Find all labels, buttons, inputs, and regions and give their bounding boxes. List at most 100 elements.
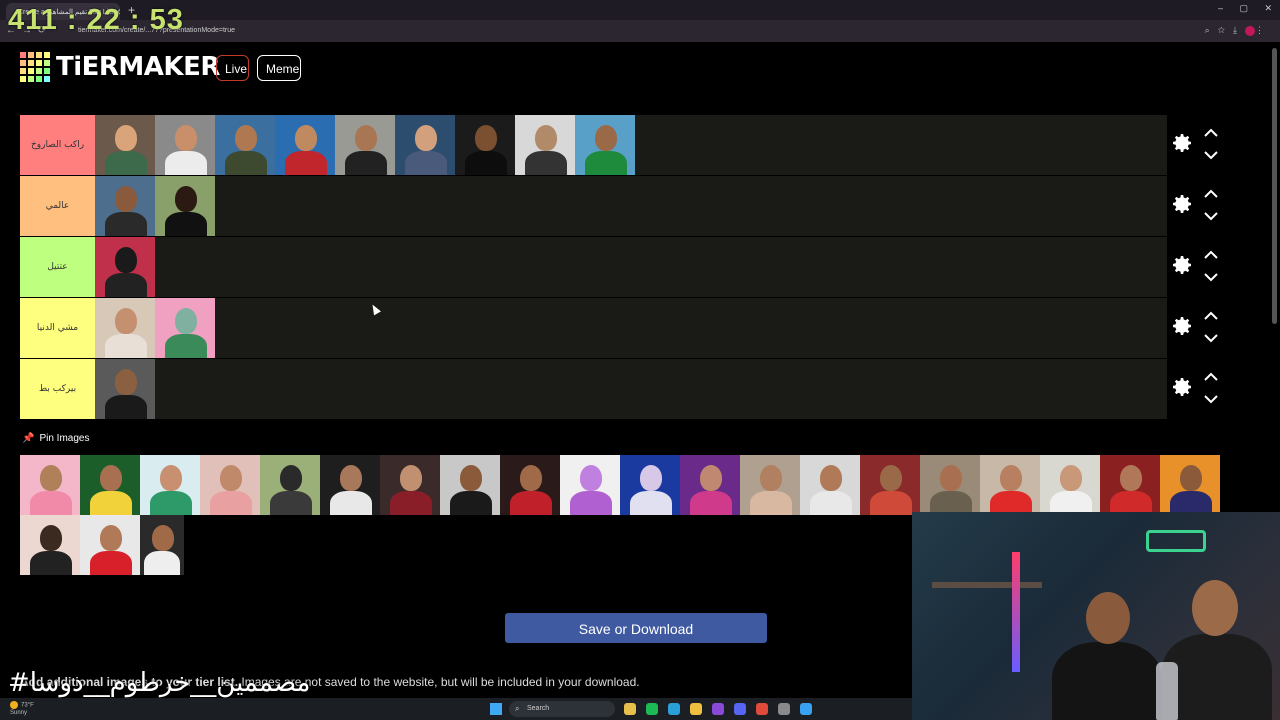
address-bar-row: ←→⟳ tiermaker.com/create/...77?presentat… [0,20,1280,42]
url-field[interactable]: tiermaker.com/create/...77?presentationM… [64,24,1174,39]
page-scrollbar[interactable] [1272,48,1277,324]
tier-image[interactable] [455,115,515,175]
tier-image[interactable] [215,115,275,175]
pool-image[interactable] [440,455,500,515]
tier-label[interactable]: راكب الصاروخ [20,115,95,175]
pool-image[interactable] [380,455,440,515]
stream-timer-overlay: 411 : 22 : 53 [8,4,184,36]
tier-image[interactable] [95,176,155,236]
gear-icon[interactable] [1170,314,1194,338]
pool-image[interactable] [20,515,80,575]
gear-icon[interactable] [1170,375,1194,399]
move-up-icon[interactable] [1204,372,1218,382]
tier-image[interactable] [275,115,335,175]
screen: Create a تقيم المشاهير Tier List ✕ + – ▢… [0,0,1280,720]
taskbar: 73°F Sunny ⌕ Search [0,698,912,720]
tier-image[interactable] [95,115,155,175]
pool-image[interactable] [80,455,140,515]
pool-image[interactable] [560,455,620,515]
tier-image[interactable] [575,115,635,175]
pool-image[interactable] [980,455,1040,515]
tier-controls [1170,298,1226,358]
pool-image[interactable] [20,455,80,515]
tier-controls [1170,176,1226,236]
live-button[interactable]: Live [216,55,249,81]
tier-image[interactable] [335,115,395,175]
pool-image[interactable] [800,455,860,515]
pin-images-header[interactable]: 📌 Pin Images [22,433,89,444]
pool-image[interactable] [920,455,980,515]
photos-icon[interactable] [712,703,724,715]
pool-image[interactable] [620,455,680,515]
tier-image[interactable] [395,115,455,175]
settings-icon[interactable] [778,703,790,715]
tier-image[interactable] [155,176,215,236]
window-controls[interactable]: – ▢ ✕ [1218,3,1272,14]
profile-avatar[interactable] [1245,25,1255,36]
files-app-icon[interactable] [624,703,636,715]
tier-items[interactable] [95,298,215,358]
move-down-icon[interactable] [1204,211,1218,221]
move-up-icon[interactable] [1204,128,1218,138]
pool-image[interactable] [1100,455,1160,515]
move-down-icon[interactable] [1204,150,1218,160]
gear-icon[interactable] [1170,253,1194,277]
tier-row: مشي الدنيا [20,298,1218,358]
windows-start-icon[interactable] [490,703,502,715]
pool-image[interactable] [1040,455,1100,515]
app-icon[interactable] [800,703,812,715]
weather-widget[interactable]: 73°F Sunny [10,701,34,717]
tier-image[interactable] [155,298,215,358]
taskbar-search[interactable]: ⌕ Search [509,701,615,717]
tier-label[interactable]: مشي الدنيا [20,298,95,358]
meme-button[interactable]: Meme [257,55,301,81]
move-down-icon[interactable] [1204,333,1218,343]
chrome-icon[interactable] [756,703,768,715]
save-download-button[interactable]: Save or Download [505,613,767,643]
pool-image[interactable] [260,455,320,515]
tier-items[interactable] [95,115,635,175]
move-up-icon[interactable] [1204,189,1218,199]
tiermaker-logo[interactable]: TiERMAKER [20,52,220,82]
logo-text: TiERMAKER [56,52,220,82]
move-down-icon[interactable] [1204,272,1218,282]
tier-list: راكب الصاروخ عالمي عتتيل مشي الدنيا بيرك… [20,115,1218,420]
spotify-icon[interactable] [646,703,658,715]
discord-icon[interactable] [734,703,746,715]
pool-image[interactable] [80,515,140,575]
tier-label[interactable]: عتتيل [20,237,95,297]
pool-image[interactable] [740,455,800,515]
tier-image[interactable] [95,237,155,297]
tier-row: عتتيل [20,237,1218,297]
tier-label[interactable]: عالمي [20,176,95,236]
tier-items[interactable] [95,176,215,236]
streamer-right [1162,580,1272,720]
pool-image[interactable] [680,455,740,515]
move-down-icon[interactable] [1204,394,1218,404]
pool-image[interactable] [860,455,920,515]
edge-icon[interactable] [668,703,680,715]
tier-image[interactable] [95,298,155,358]
browser-toolbar-icons[interactable]: ⌕☆⤓ ⋮ [1205,25,1272,36]
tier-label[interactable]: بيركب بط [20,359,95,419]
tier-image[interactable] [155,115,215,175]
move-up-icon[interactable] [1204,250,1218,260]
pool-image[interactable] [140,455,200,515]
streamer-left [1052,592,1162,720]
gear-icon[interactable] [1170,131,1194,155]
pool-image[interactable] [200,455,260,515]
pool-image[interactable] [140,515,184,575]
tier-controls [1170,237,1226,297]
pin-icon[interactable]: 📌 [22,433,34,444]
pool-image[interactable] [1160,455,1220,515]
tier-items[interactable] [95,359,155,419]
taskbar-apps [624,703,822,715]
pool-image[interactable] [500,455,560,515]
pool-image[interactable] [320,455,380,515]
tier-items[interactable] [95,237,155,297]
folder-icon[interactable] [690,703,702,715]
tier-image[interactable] [95,359,155,419]
gear-icon[interactable] [1170,192,1194,216]
tier-image[interactable] [515,115,575,175]
move-up-icon[interactable] [1204,311,1218,321]
